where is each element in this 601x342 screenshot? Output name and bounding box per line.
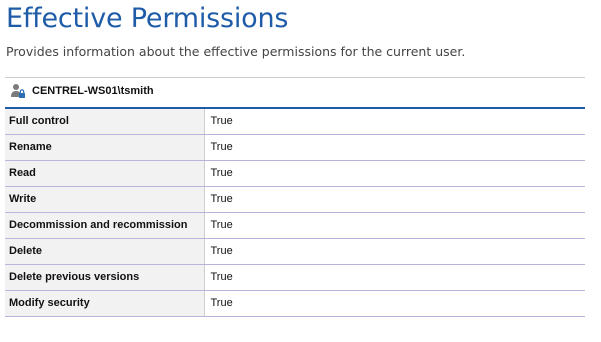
table-row: Rename True (5, 134, 585, 161)
permission-value: True (204, 238, 585, 265)
permission-name: Rename (5, 134, 205, 161)
table-row: Read True (5, 160, 585, 187)
page-title: Effective Permissions (6, 3, 289, 34)
permission-name: Delete (5, 238, 205, 265)
permission-value: True (204, 108, 585, 135)
permission-value: True (204, 160, 585, 187)
permission-name: Modify security (5, 290, 205, 317)
permission-name: Write (5, 186, 205, 213)
permission-name: Full control (5, 108, 205, 135)
permission-value: True (204, 212, 585, 239)
permission-value: True (204, 290, 585, 317)
permission-value: True (204, 264, 585, 291)
user-name: CENTREL-WS01\tsmith (32, 85, 154, 97)
permissions-table: Full control True Rename True Read True … (5, 107, 585, 317)
table-row: Decommission and recommission True (5, 212, 585, 239)
table-row: Delete previous versions True (5, 264, 585, 291)
user-lock-icon (10, 83, 26, 99)
permission-name: Decommission and recommission (5, 212, 205, 239)
permission-name: Delete previous versions (5, 264, 205, 291)
table-row: Full control True (5, 108, 585, 135)
table-row: Write True (5, 186, 585, 213)
table-row: Delete True (5, 238, 585, 265)
permission-value: True (204, 186, 585, 213)
permission-name: Read (5, 160, 205, 187)
page-subtitle: Provides information about the effective… (6, 44, 466, 59)
user-header: CENTREL-WS01\tsmith (5, 77, 585, 104)
permission-value: True (204, 134, 585, 161)
table-row: Modify security True (5, 290, 585, 317)
